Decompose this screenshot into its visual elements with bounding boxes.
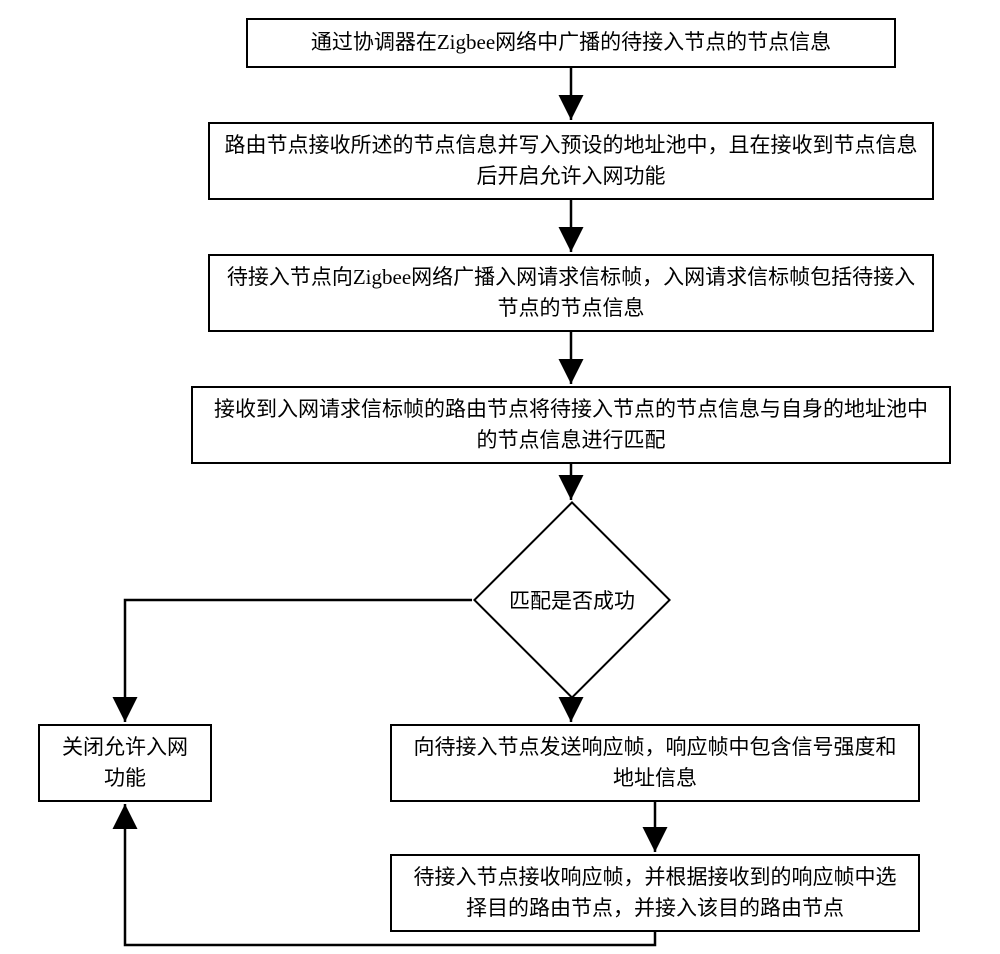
flow-step-3-text: 待接入节点向Zigbee网络广播入网请求信标帧，入网请求信标帧包括待接入节点的节… [222, 262, 920, 325]
flow-decision: 匹配是否成功 [472, 500, 672, 700]
flow-step-6: 待接入节点接收响应帧，并根据接收到的响应帧中选择目的路由节点，并接入该目的路由节… [390, 854, 920, 932]
flow-step-5-text: 向待接入节点发送响应帧，响应帧中包含信号强度和地址信息 [404, 732, 906, 795]
flow-step-2-text: 路由节点接收所述的节点信息并写入预设的地址池中，且在接收到节点信息后开启允许入网… [222, 130, 920, 193]
flow-step-1-text: 通过协调器在Zigbee网络中广播的待接入节点的节点信息 [311, 27, 831, 59]
flow-step-5: 向待接入节点发送响应帧，响应帧中包含信号强度和地址信息 [390, 724, 920, 802]
flow-step-1: 通过协调器在Zigbee网络中广播的待接入节点的节点信息 [246, 18, 896, 68]
flow-step-2: 路由节点接收所述的节点信息并写入预设的地址池中，且在接收到节点信息后开启允许入网… [208, 122, 934, 200]
flow-close-text: 关闭允许入网功能 [52, 732, 198, 795]
flow-step-3: 待接入节点向Zigbee网络广播入网请求信标帧，入网请求信标帧包括待接入节点的节… [208, 254, 934, 332]
flow-close: 关闭允许入网功能 [38, 724, 212, 802]
flow-step-6-text: 待接入节点接收响应帧，并根据接收到的响应帧中选择目的路由节点，并接入该目的路由节… [404, 862, 906, 925]
diamond-shape [473, 501, 671, 699]
flow-step-4-text: 接收到入网请求信标帧的路由节点将待接入节点的节点信息与自身的地址池中的节点信息进… [205, 394, 937, 457]
flow-step-4: 接收到入网请求信标帧的路由节点将待接入节点的节点信息与自身的地址池中的节点信息进… [191, 386, 951, 464]
